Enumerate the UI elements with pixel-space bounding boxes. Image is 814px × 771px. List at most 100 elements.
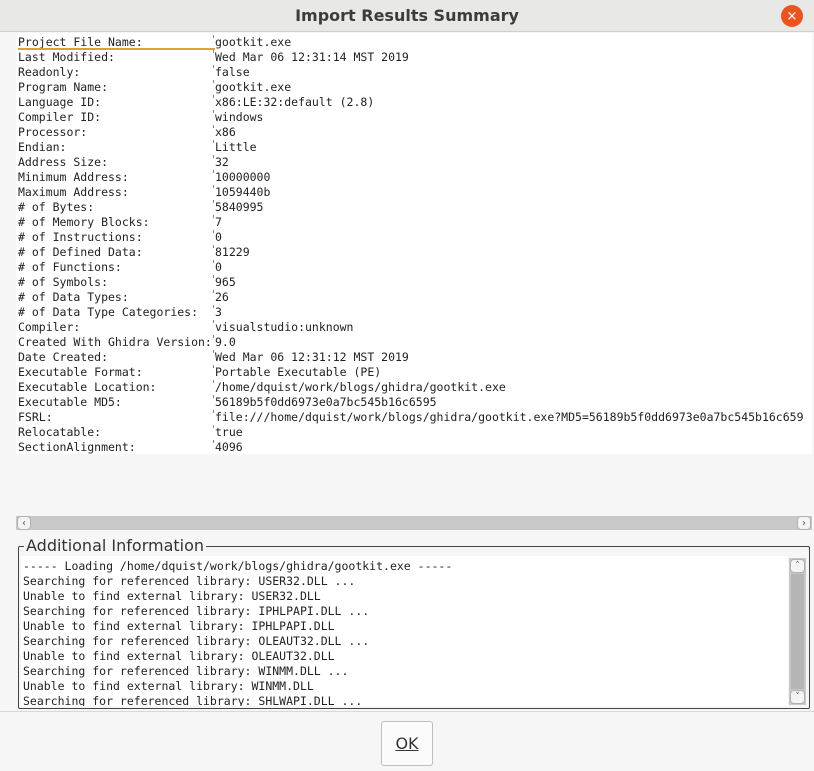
property-key: Created With Ghidra Version: bbox=[18, 335, 212, 349]
property-row[interactable]: Maximum Address: 1059440b bbox=[16, 185, 812, 200]
property-key: Address Size: bbox=[18, 155, 109, 169]
property-value: true bbox=[213, 425, 243, 439]
property-row[interactable]: Executable MD5: 56189b5f0dd6973e0a7bc545… bbox=[16, 395, 812, 410]
property-key: FSRL: bbox=[18, 410, 53, 424]
chevron-left-icon: ‹ bbox=[22, 517, 26, 529]
scroll-right-button[interactable]: › bbox=[797, 516, 811, 530]
property-value: 7 bbox=[213, 215, 222, 229]
property-row[interactable]: Minimum Address: 10000000 bbox=[16, 170, 812, 185]
property-key: # of Functions: bbox=[18, 260, 122, 274]
scroll-thumb[interactable] bbox=[791, 574, 804, 689]
property-key: # of Data Type Categories: bbox=[18, 305, 199, 319]
property-value: x86:LE:32:default (2.8) bbox=[212, 95, 375, 109]
property-key: Maximum Address: bbox=[18, 185, 129, 199]
scroll-down-button[interactable]: ˅ bbox=[790, 690, 805, 704]
property-row[interactable]: Program Name: gootkit.exe bbox=[16, 80, 812, 95]
property-row[interactable]: Created With Ghidra Version: 9.0 bbox=[16, 335, 812, 350]
property-row[interactable]: # of Bytes: 5840995 bbox=[16, 200, 812, 215]
vertical-scrollbar[interactable]: ˄ ˅ bbox=[789, 558, 806, 705]
property-key: # of Bytes: bbox=[18, 200, 95, 214]
close-button[interactable]: × bbox=[781, 5, 803, 27]
property-value: 81229 bbox=[213, 245, 250, 259]
properties-table: Project File Name: gootkit.exe Last Modi… bbox=[16, 33, 812, 454]
property-row[interactable]: Processor: x86 bbox=[16, 125, 812, 140]
property-key: Processor: bbox=[18, 125, 88, 139]
property-key: # of Instructions: bbox=[18, 230, 143, 244]
property-row[interactable]: SectionAlignment: 4096 bbox=[16, 440, 812, 454]
property-value: Portable Executable (PE) bbox=[212, 365, 382, 379]
property-key: Program Name: bbox=[18, 80, 109, 94]
property-value: windows bbox=[212, 110, 264, 124]
chevron-up-icon: ˄ bbox=[795, 561, 800, 571]
property-value: Wed Mar 06 12:31:12 MST 2019 bbox=[213, 350, 409, 364]
property-key: Compiler: bbox=[18, 320, 81, 334]
property-row[interactable]: Compiler: visualstudio:unknown bbox=[16, 320, 812, 335]
log-line: Unable to find external library: IPHLPAP… bbox=[23, 619, 335, 633]
property-row[interactable]: # of Functions: 0 bbox=[16, 260, 812, 275]
property-key: SectionAlignment: bbox=[18, 440, 136, 454]
property-key: Language ID: bbox=[18, 95, 102, 109]
property-value: 4096 bbox=[213, 440, 243, 454]
ok-button[interactable]: OK bbox=[381, 721, 433, 766]
log-line: Searching for referenced library: OLEAUT… bbox=[23, 634, 370, 648]
property-value: 9.0 bbox=[213, 335, 236, 349]
property-value: 26 bbox=[213, 290, 229, 304]
property-key: Compiler ID: bbox=[18, 110, 102, 124]
property-row[interactable]: # of Data Types: 26 bbox=[16, 290, 812, 305]
property-key: Endian: bbox=[18, 140, 67, 154]
property-key: # of Symbols: bbox=[18, 275, 109, 289]
property-value: 1059440b bbox=[212, 185, 271, 199]
log-line: Searching for referenced library: USER32… bbox=[23, 574, 356, 588]
log-line: ----- Loading /home/dquist/work/blogs/gh… bbox=[23, 559, 453, 573]
additional-info-log[interactable]: ----- Loading /home/dquist/work/blogs/gh… bbox=[21, 556, 788, 706]
close-icon: × bbox=[786, 8, 798, 24]
property-row[interactable]: FSRL: file:///home/dquist/work/blogs/ghi… bbox=[16, 410, 812, 425]
property-row[interactable]: Endian: Little bbox=[16, 140, 812, 155]
window-title: Import Results Summary bbox=[295, 6, 519, 25]
property-key: # of Defined Data: bbox=[18, 245, 143, 259]
property-row[interactable]: Project File Name: gootkit.exe bbox=[16, 35, 812, 50]
log-line: Searching for referenced library: SHLWAP… bbox=[23, 694, 363, 706]
property-value: 965 bbox=[213, 275, 236, 289]
scroll-up-button[interactable]: ˄ bbox=[790, 559, 805, 573]
property-row[interactable]: # of Data Type Categories: 3 bbox=[16, 305, 812, 320]
log-line: Unable to find external library: USER32.… bbox=[23, 589, 321, 603]
property-value: x86 bbox=[213, 125, 236, 139]
title-bar: Import Results Summary × bbox=[0, 0, 814, 32]
property-value: gootkit.exe bbox=[212, 35, 292, 49]
property-row[interactable]: Readonly: false bbox=[16, 65, 812, 80]
property-row[interactable]: Compiler ID: windows bbox=[16, 110, 812, 125]
property-row[interactable]: Address Size: 32 bbox=[16, 155, 812, 170]
property-row[interactable]: Executable Location: /home/dquist/work/b… bbox=[16, 380, 812, 395]
property-row[interactable]: Language ID: x86:LE:32:default (2.8) bbox=[16, 95, 812, 110]
property-value: Wed Mar 06 12:31:14 MST 2019 bbox=[213, 50, 409, 64]
log-line: Unable to find external library: WINMM.D… bbox=[23, 679, 314, 693]
property-key: Executable MD5: bbox=[18, 395, 122, 409]
property-row[interactable]: # of Instructions: 0 bbox=[16, 230, 812, 245]
property-value: 0 bbox=[213, 260, 222, 274]
property-key: # of Data Types: bbox=[18, 290, 129, 304]
property-row[interactable]: # of Symbols: 965 bbox=[16, 275, 812, 290]
chevron-down-icon: ˅ bbox=[795, 692, 800, 702]
property-row[interactable]: Relocatable: true bbox=[16, 425, 812, 440]
property-value: file:///home/dquist/work/blogs/ghidra/go… bbox=[213, 410, 804, 424]
property-value: visualstudio:unknown bbox=[212, 320, 354, 334]
property-row[interactable]: Executable Format: Portable Executable (… bbox=[16, 365, 812, 380]
property-row[interactable]: # of Memory Blocks: 7 bbox=[16, 215, 812, 230]
horizontal-scrollbar[interactable]: ‹ › bbox=[16, 516, 812, 530]
property-value: false bbox=[213, 65, 250, 79]
property-value: 56189b5f0dd6973e0a7bc545b16c6595 bbox=[213, 395, 437, 409]
properties-empty-area bbox=[16, 454, 812, 516]
log-line: Searching for referenced library: WINMM.… bbox=[23, 664, 349, 678]
scroll-left-button[interactable]: ‹ bbox=[17, 516, 31, 530]
property-key: Date Created: bbox=[18, 350, 109, 364]
property-value: 0 bbox=[213, 230, 222, 244]
property-row[interactable]: Last Modified: Wed Mar 06 12:31:14 MST 2… bbox=[16, 50, 812, 65]
property-value: 5840995 bbox=[212, 200, 264, 214]
property-value: gootkit.exe bbox=[212, 80, 292, 94]
property-row[interactable]: Date Created: Wed Mar 06 12:31:12 MST 20… bbox=[16, 350, 812, 365]
property-value: 3 bbox=[213, 305, 222, 319]
property-row[interactable]: # of Defined Data: 81229 bbox=[16, 245, 812, 260]
footer-divider bbox=[0, 711, 814, 712]
property-value: Little bbox=[213, 140, 257, 154]
